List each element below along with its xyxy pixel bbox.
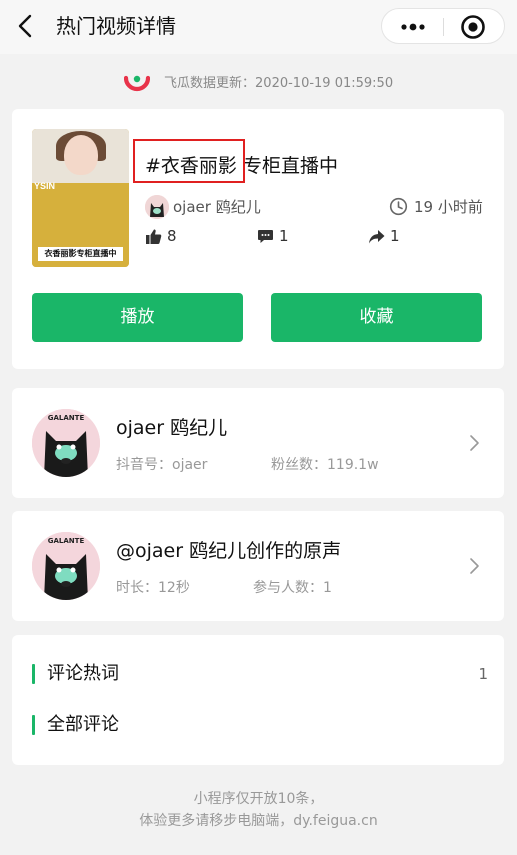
thumbnail-brand-text: YSIN (34, 181, 56, 191)
author-avatar (145, 195, 169, 219)
dog-avatar-icon: GALANTE (32, 409, 100, 477)
thumbnail-banner: 衣香丽影专柜直播中 (38, 247, 123, 261)
data-update-line: 飞瓜数据更新：2020-10-19 01:59:50 (0, 70, 517, 98)
chevron-right-icon (470, 558, 479, 574)
comment-bubble-icon (258, 230, 273, 243)
svg-text:GALANTE: GALANTE (48, 537, 85, 545)
thumbnail-face (64, 135, 98, 175)
fans-count: 粉丝数：119.1w (271, 457, 379, 473)
video-card: YSIN 衣香丽影专柜直播中 #衣香丽影 专柜直播中 ojaer 鸥纪儿 19 … (12, 109, 504, 369)
comment-count: 1 (279, 227, 289, 245)
user-card[interactable]: GALANTE ojaer 鸥纪儿 抖音号：ojaer 粉丝数：119.1w (12, 388, 504, 498)
dog-avatar-icon (145, 195, 169, 219)
favorite-button[interactable]: 收藏 (271, 293, 482, 342)
share-arrow-icon (369, 230, 385, 244)
share-count: 1 (390, 227, 400, 245)
capsule-divider (443, 18, 444, 36)
author-name: ojaer 鸥纪儿 (173, 198, 261, 216)
page-title: 热门视频详情 (56, 14, 176, 38)
dog-avatar-icon: GALANTE (32, 532, 100, 600)
clock-icon (389, 197, 408, 216)
footer-line-2: 体验更多请移步电脑端，dy.feigua.cn (139, 813, 378, 829)
hot-words-row[interactable]: 评论热词 1 (32, 661, 488, 687)
chevron-left-icon[interactable] (14, 12, 38, 40)
user-avatar: GALANTE (32, 409, 100, 477)
music-card[interactable]: GALANTE @ojaer 鸥纪儿创作的原声 时长：12秒 参与人数：1 (12, 511, 504, 621)
navbar: 热门视频详情 (0, 0, 517, 54)
svg-text:GALANTE: GALANTE (48, 414, 85, 422)
music-participants: 参与人数：1 (253, 580, 332, 596)
publish-time: 19 小时前 (414, 198, 483, 216)
section-marker (32, 715, 35, 735)
like-count: 8 (167, 227, 177, 245)
footer-note: 小程序仅开放10条， 体验更多请移步电脑端，dy.feigua.cn (0, 788, 517, 832)
section-marker (32, 664, 35, 684)
music-avatar: GALANTE (32, 532, 100, 600)
capsule-menu (381, 8, 505, 44)
hot-words-label: 评论热词 (47, 663, 119, 684)
video-thumbnail[interactable]: YSIN 衣香丽影专柜直播中 (32, 129, 129, 267)
all-comments-label: 全部评论 (47, 714, 119, 735)
comments-card: 评论热词 1 全部评论 (12, 635, 504, 765)
more-dots-icon[interactable] (398, 18, 428, 36)
play-button[interactable]: 播放 (32, 293, 243, 342)
thumbs-up-icon (146, 229, 162, 244)
update-text: 飞瓜数据更新：2020-10-19 01:59:50 (164, 76, 394, 91)
hashtag-highlight-box (133, 139, 245, 183)
user-name: ojaer 鸥纪儿 (116, 417, 228, 439)
feigua-logo-icon (123, 75, 150, 92)
douyin-id: 抖音号：ojaer (116, 457, 208, 473)
chevron-right-icon (470, 435, 479, 451)
footer-line-1: 小程序仅开放10条， (193, 791, 324, 807)
music-duration: 时长：12秒 (116, 580, 190, 596)
music-title: @ojaer 鸥纪儿创作的原声 (116, 540, 342, 562)
hot-words-count: 1 (478, 665, 488, 683)
target-icon[interactable] (460, 14, 486, 40)
all-comments-row[interactable]: 全部评论 (32, 712, 488, 738)
